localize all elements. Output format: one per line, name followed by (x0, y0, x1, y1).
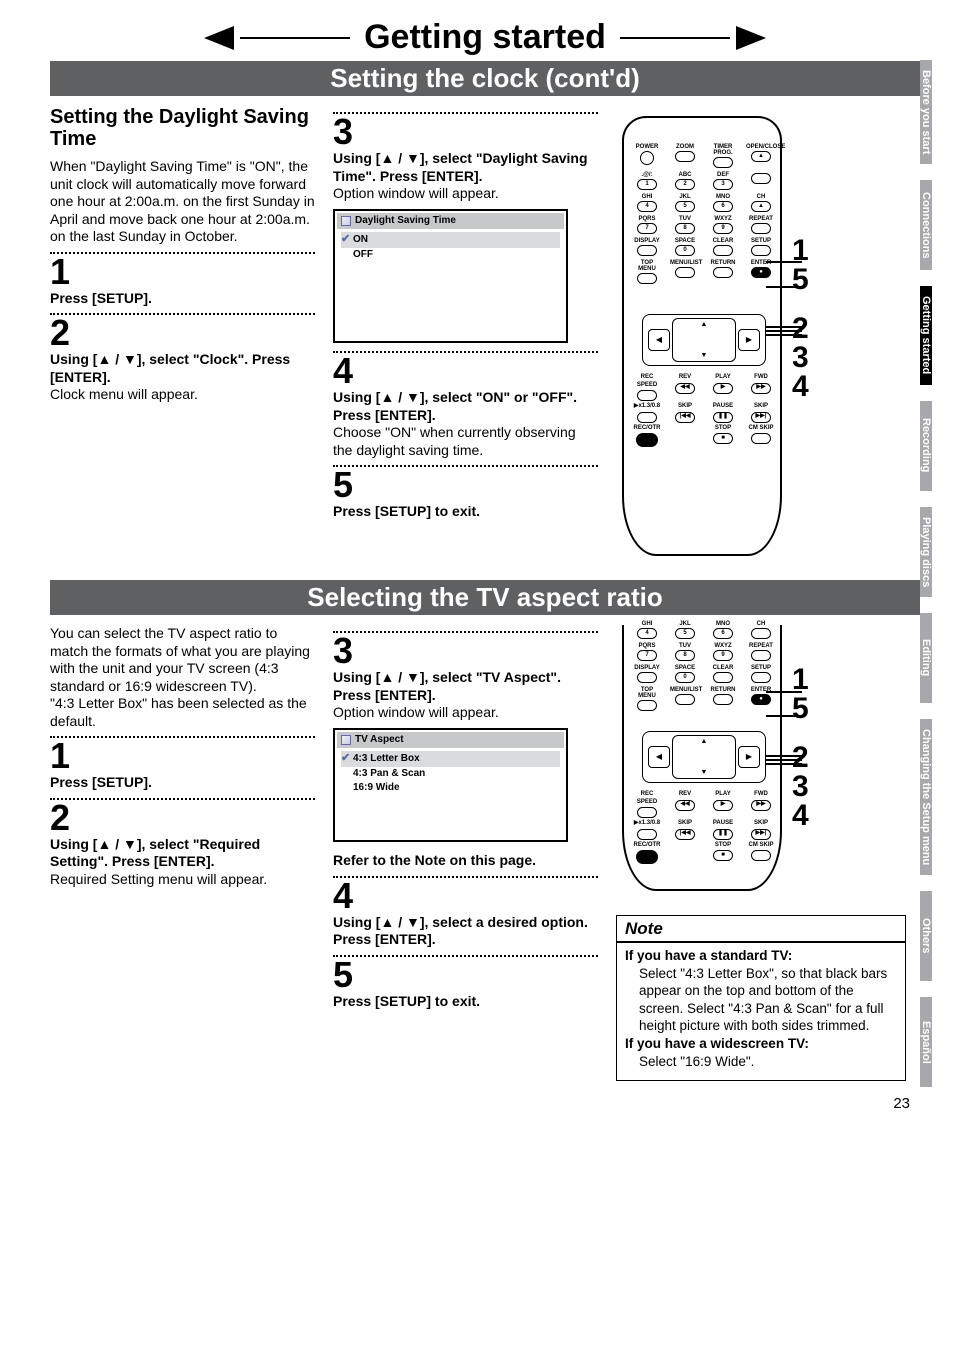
tab-connections: Connections (920, 180, 932, 270)
intro-aspect: You can select the TV aspect ratio to ma… (50, 625, 315, 730)
title-banner: Getting started (50, 18, 920, 57)
step4-sub: Choose "ON" when currently observing the… (333, 424, 598, 459)
aspect-step5-text: Press [SETUP] to exit. (333, 993, 598, 1011)
note-b2: Select "16:9 Wide". (639, 1053, 897, 1071)
arrow-left-icon (204, 26, 234, 50)
tab-setup-menu: Changing the Setup menu (920, 719, 932, 875)
step5-text: Press [SETUP] to exit. (333, 503, 598, 521)
aspect-step5-num: 5 (333, 957, 598, 993)
step4-num: 4 (333, 353, 598, 389)
note-head: Note (617, 916, 905, 943)
aspect-step1-text: Press [SETUP]. (50, 774, 315, 792)
page-number: 23 (50, 1095, 920, 1112)
tab-editing: Editing (920, 613, 932, 703)
side-tabs: Before you start Connections Getting sta… (920, 60, 954, 1103)
option-head-aspect: TV Aspect (355, 734, 404, 747)
step5-num: 5 (333, 467, 598, 503)
option-off: OFF (353, 249, 373, 262)
remote-illustration-small: GHI4JKL5MNO6CHPQRS7TUV8WXYZ9REPEATDISPLA… (616, 625, 906, 905)
callout-5: 5 (792, 263, 809, 296)
step2-num: 2 (50, 315, 315, 351)
aspect-step2-num: 2 (50, 800, 315, 836)
note-box: Note If you have a standard TV: Select "… (616, 915, 906, 1081)
heading-dst: Setting the Daylight Saving Time (50, 106, 315, 150)
remote-illustration-large: POWERZOOMTIMER PROG.OPEN/CLOSE▲.@/:1ABC2… (616, 106, 906, 566)
aspect-step2-text: Using [▲ / ▼], select "Required Setting"… (50, 836, 315, 871)
step3-text: Using [▲ / ▼], select "Daylight Saving T… (333, 150, 598, 185)
refer-note: Refer to the Note on this page. (333, 852, 598, 870)
tab-recording: Recording (920, 401, 932, 491)
tab-others: Others (920, 891, 932, 981)
tab-getting-started: Getting started (920, 286, 932, 384)
tv-icon (341, 735, 351, 745)
arrow-right-icon (736, 26, 766, 50)
aspect-step4-num: 4 (333, 878, 598, 914)
section-bar-aspect: Selecting the TV aspect ratio (50, 580, 920, 615)
callout-4: 4 (792, 370, 809, 403)
tab-playing-discs: Playing discs (920, 507, 932, 597)
section-bar-clock: Setting the clock (cont'd) (50, 61, 920, 96)
step3-num: 3 (333, 114, 598, 150)
note-b1: Select "4:3 Letter Box", so that black b… (639, 965, 897, 1035)
callout-5b: 5 (792, 692, 809, 725)
option-head-dst: Daylight Saving Time (355, 215, 456, 228)
aspect-step2-sub: Required Setting menu will appear. (50, 871, 315, 889)
step2-sub: Clock menu will appear. (50, 386, 315, 404)
step3-sub: Option window will appear. (333, 185, 598, 203)
step1-num: 1 (50, 254, 315, 290)
callout-4b: 4 (792, 799, 809, 832)
option-letterbox: 4:3 Letter Box (353, 753, 420, 766)
option-169: 16:9 Wide (353, 782, 400, 795)
intro-dst: When "Daylight Saving Time" is "ON", the… (50, 158, 315, 246)
aspect-step3-sub: Option window will appear. (333, 704, 598, 722)
aspect-step1-num: 1 (50, 738, 315, 774)
check-icon: ✔ (341, 752, 353, 766)
step1-text: Press [SETUP]. (50, 290, 315, 308)
note-h1: If you have a standard TV: (625, 947, 897, 965)
aspect-step4-text: Using [▲ / ▼], select a desired option. … (333, 914, 598, 949)
page-title: Getting started (364, 18, 606, 57)
note-h2: If you have a widescreen TV: (625, 1035, 897, 1053)
option-on: ON (353, 234, 368, 247)
option-box-dst: Daylight Saving Time ✔ON OFF (333, 209, 568, 344)
step2-text: Using [▲ / ▼], select "Clock". Press [EN… (50, 351, 315, 386)
option-panscan: 4:3 Pan & Scan (353, 768, 425, 781)
tab-before-you-start: Before you start (920, 60, 932, 164)
step4-text: Using [▲ / ▼], select "ON" or "OFF". Pre… (333, 389, 598, 424)
option-box-aspect: TV Aspect ✔4:3 Letter Box 4:3 Pan & Scan… (333, 728, 568, 843)
tab-espanol: Español (920, 997, 932, 1087)
calendar-icon (341, 216, 351, 226)
aspect-step3-text: Using [▲ / ▼], select "TV Aspect". Press… (333, 669, 598, 704)
aspect-step3-num: 3 (333, 633, 598, 669)
check-icon: ✔ (341, 233, 353, 247)
